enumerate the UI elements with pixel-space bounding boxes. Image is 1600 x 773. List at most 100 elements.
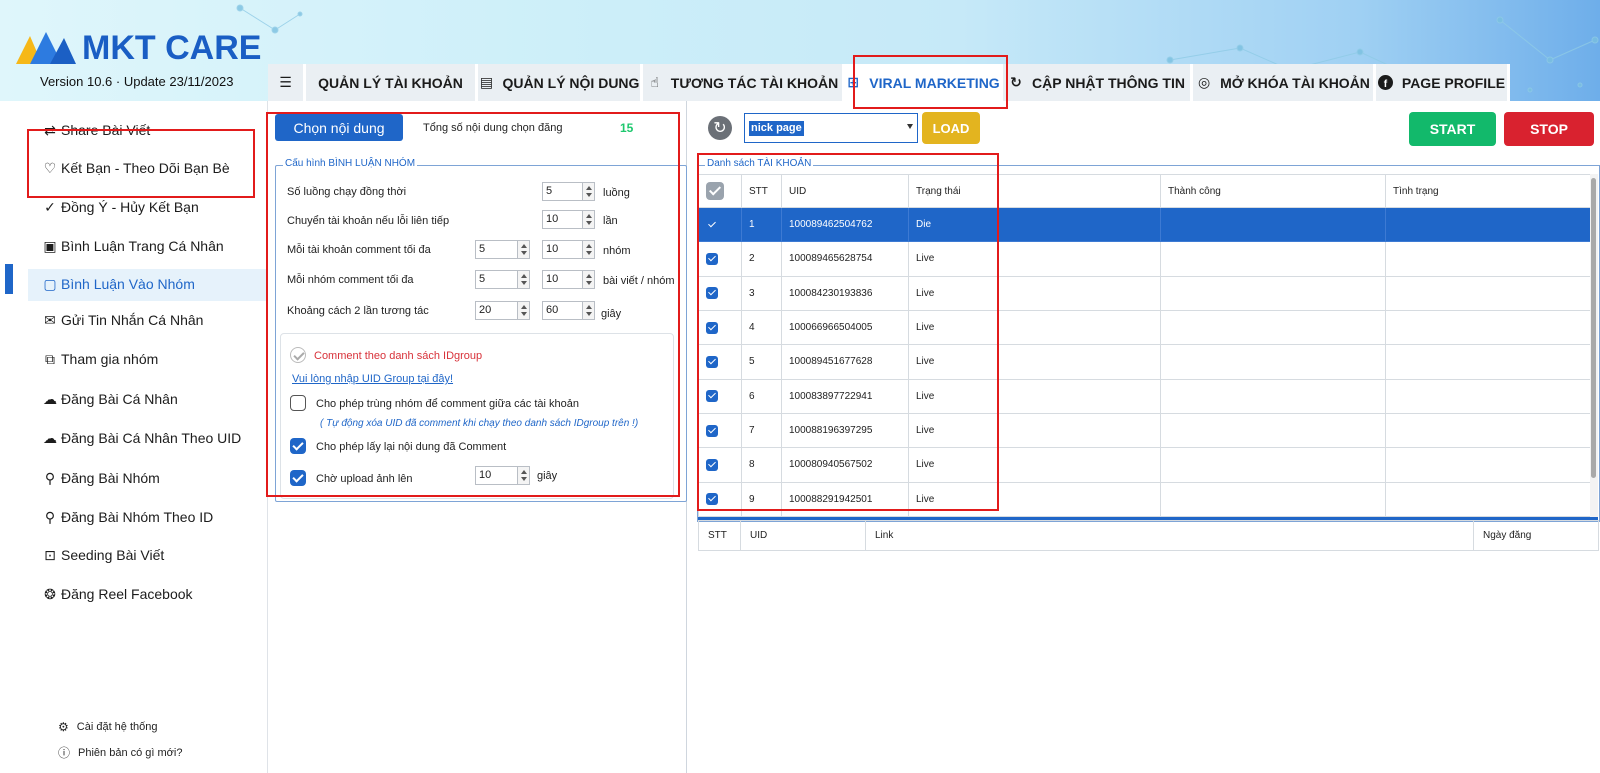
row-success — [1160, 481, 1386, 518]
svg-text:f: f — [1384, 79, 1388, 90]
chevron-down-icon[interactable] — [907, 124, 913, 129]
highlight-box-config — [266, 112, 680, 497]
app-window: MKT CARE Version 10.6 · Update 23/11/202… — [0, 0, 1600, 773]
tab-update-info[interactable]: ↻ CẬP NHẬT THÔNG TIN — [1003, 64, 1193, 101]
sidebar-item-label: Đồng Ý - Hủy Kết Bạn — [61, 199, 199, 215]
table-header-row: STT UID Link Ngày đăng — [698, 520, 1599, 551]
sidebar-active-indicator — [5, 264, 13, 294]
column-header[interactable]: Link — [865, 520, 1474, 551]
row-condition — [1385, 378, 1591, 414]
hand-pointer-icon: ☝ — [650, 74, 660, 90]
scrollbar-thumb[interactable] — [1591, 178, 1596, 478]
mail-icon: ✉ — [44, 311, 56, 328]
row-condition — [1385, 206, 1591, 243]
row-success — [1160, 206, 1386, 243]
row-condition — [1385, 447, 1591, 483]
column-header[interactable]: Tình trạng — [1385, 174, 1591, 208]
people-search-icon: ⚲ — [44, 469, 56, 486]
row-condition — [1385, 241, 1591, 277]
sidebar-item-label: Đăng Bài Nhóm — [61, 470, 160, 486]
sidebar-footer-whats-new[interactable]: ⓘ Phiên bản có gì mới? — [58, 744, 182, 761]
tab-account-interaction[interactable]: ☝ TƯƠNG TÁC TÀI KHOẢN — [643, 64, 845, 101]
row-condition — [1385, 481, 1591, 518]
sidebar-item-comment-profile[interactable]: ▣ Bình Luận Trang Cá Nhân — [42, 231, 224, 261]
row-success — [1160, 447, 1386, 483]
list-search-icon: ☰ — [279, 74, 292, 90]
sidebar-footer-label: Cài đặt hệ thống — [76, 721, 158, 733]
highlight-box-viral-marketing — [853, 55, 1008, 109]
logo-mark-icon — [16, 32, 76, 64]
brand-name: MKT CARE — [82, 28, 262, 67]
reel-icon: ❂ — [44, 585, 56, 602]
tab-label: TƯƠNG TÁC TÀI KHOẢN — [670, 74, 839, 91]
fingerprint-icon: ◎ — [1197, 74, 1211, 90]
comment-icon: ▢ — [43, 275, 57, 292]
column-header[interactable]: Thành công — [1160, 174, 1386, 208]
sidebar-item-label: Bình Luận Vào Nhóm — [61, 276, 195, 292]
row-success — [1160, 412, 1386, 449]
profile-card-icon: ▣ — [43, 237, 57, 254]
tab-label: MỞ KHÓA TÀI KHOẢN — [1220, 74, 1370, 91]
column-header[interactable]: STT — [698, 520, 741, 551]
sidebar: ⇄ Share Bài Viết ♡ Kết Bạn - Theo Dõi Bạ… — [0, 101, 268, 773]
tab-page-profile[interactable]: f PAGE PROFILE — [1376, 64, 1510, 101]
tab-account-management[interactable]: QUẢN LÝ TÀI KHOẢN — [306, 64, 478, 101]
posts-table: STT UID Link Ngày đăng — [698, 520, 1599, 551]
tab-label: PAGE PROFILE — [1401, 74, 1506, 91]
tab-label: QUẢN LÝ NỘI DUNG — [502, 74, 640, 91]
gear-icon: ⚙ — [58, 720, 69, 734]
row-condition — [1385, 412, 1591, 449]
row-condition — [1385, 275, 1591, 311]
sidebar-item-post-group[interactable]: ⚲ Đăng Bài Nhóm — [42, 463, 160, 493]
sidebar-item-send-message[interactable]: ✉ Gửi Tin Nhắn Cá Nhân — [42, 305, 203, 335]
sidebar-item-label: Seeding Bài Viết — [61, 547, 165, 563]
highlight-box-account-list — [697, 153, 999, 511]
highlight-box-comment-items — [27, 129, 255, 198]
tab-label: CẬP NHẬT THÔNG TIN — [1032, 74, 1185, 91]
account-filter-combobox[interactable]: nick page — [744, 113, 918, 143]
sidebar-item-post-profile[interactable]: ☁ Đăng Bài Cá Nhân — [42, 384, 178, 414]
facebook-icon: f — [1378, 75, 1394, 91]
tab-label: QUẢN LÝ TÀI KHOẢN — [318, 74, 463, 91]
column-header[interactable]: Ngày đăng — [1473, 520, 1599, 551]
cloud-upload-icon: ☁ — [43, 429, 57, 446]
start-button[interactable]: START — [1409, 112, 1496, 146]
row-success — [1160, 275, 1386, 311]
sidebar-footer-label: Phiên bản có gì mới? — [78, 746, 183, 759]
people-search-icon: ⚲ — [44, 508, 56, 525]
sidebar-item-post-reel[interactable]: ❂ Đăng Reel Facebook — [42, 579, 193, 609]
tab-content-management[interactable]: ▤ QUẢN LÝ NỘI DUNG — [478, 64, 643, 101]
row-condition — [1385, 309, 1591, 346]
tab-menu-list[interactable]: ☰ — [268, 64, 306, 101]
sidebar-item-label: Gửi Tin Nhắn Cá Nhân — [61, 312, 204, 328]
sidebar-item-label: Đăng Reel Facebook — [61, 586, 193, 602]
account-filter-value: nick page — [749, 121, 804, 136]
version-text: Version 10.6 · Update 23/11/2023 — [40, 74, 234, 89]
tab-unlock-account[interactable]: ◎ MỞ KHÓA TÀI KHOẢN — [1193, 64, 1376, 101]
sidebar-item-label: Đăng Bài Cá Nhân — [61, 391, 178, 407]
header-banner: MKT CARE Version 10.6 · Update 23/11/202… — [0, 0, 1600, 101]
sidebar-item-label: Tham gia nhóm — [61, 351, 159, 367]
info-icon: ⓘ — [58, 746, 71, 760]
sidebar-item-label: Bình Luận Trang Cá Nhân — [61, 238, 224, 254]
load-button[interactable]: LOAD — [922, 112, 980, 144]
stop-button[interactable]: STOP — [1504, 112, 1594, 146]
row-success — [1160, 344, 1386, 380]
sidebar-item-comment-group[interactable]: ▢ Bình Luận Vào Nhóm — [42, 269, 195, 299]
group-icon: ⧉ — [45, 350, 55, 367]
cloud-upload-icon: ☁ — [43, 390, 57, 407]
sidebar-item-post-group-id[interactable]: ⚲ Đăng Bài Nhóm Theo ID — [42, 502, 213, 532]
sidebar-item-seeding-post[interactable]: ⊡ Seeding Bài Viết — [42, 540, 164, 570]
sidebar-footer-settings[interactable]: ⚙ Cài đặt hệ thống — [58, 720, 158, 734]
row-condition — [1385, 344, 1591, 380]
row-success — [1160, 241, 1386, 277]
sidebar-item-post-profile-uid[interactable]: ☁ Đăng Bài Cá Nhân Theo UID — [42, 423, 241, 453]
row-success — [1160, 309, 1386, 346]
column-header[interactable]: UID — [740, 520, 866, 551]
sidebar-item-join-group[interactable]: ⧉ Tham gia nhóm — [42, 344, 158, 374]
account-table-scrollbar[interactable] — [1590, 174, 1598, 517]
check-badge-icon: ✓ — [44, 198, 56, 215]
document-icon: ▤ — [479, 74, 494, 90]
row-success — [1160, 378, 1386, 414]
refresh-icon[interactable]: ↻ — [708, 116, 732, 140]
